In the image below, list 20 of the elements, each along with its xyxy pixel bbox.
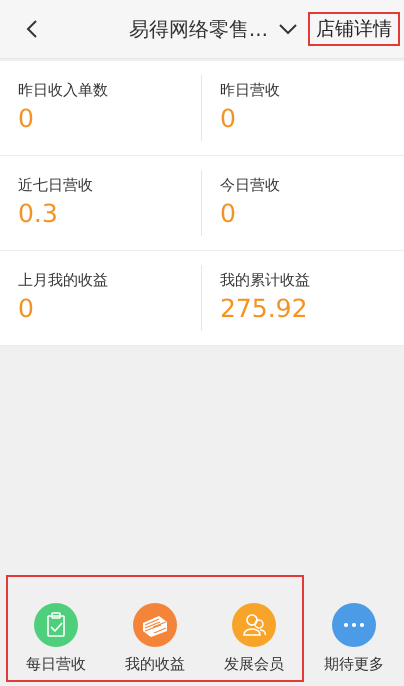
action-button[interactable]: 每日营收 (8, 603, 104, 674)
stat-value: 0.3 (18, 199, 59, 229)
stat-label: 昨日收入单数 (18, 81, 109, 100)
store-details-button[interactable]: 店铺详情 (308, 12, 400, 46)
stat-label: 上月我的收益 (18, 271, 109, 290)
action-button[interactable]: 发展会员 (206, 603, 302, 674)
stat-label: 我的累计收益 (220, 271, 311, 290)
stat-label: 今日营收 (220, 176, 281, 195)
stat-value: 0 (18, 294, 35, 324)
stat-value: 0 (18, 104, 35, 134)
stat-label: 昨日营收 (220, 81, 281, 100)
stat-value: 0 (220, 104, 237, 134)
action-button[interactable]: 我的收益 (107, 603, 203, 674)
chevron-down-icon (278, 23, 298, 35)
action-button[interactable]: 期待更多 (306, 603, 402, 674)
stat-value: 275.92 (220, 294, 308, 324)
store-selector[interactable]: 易得网络零售... (50, 16, 308, 42)
back-icon (26, 19, 38, 39)
stat-value: 0 (220, 199, 237, 229)
stat-label: 近七日营收 (18, 176, 94, 195)
